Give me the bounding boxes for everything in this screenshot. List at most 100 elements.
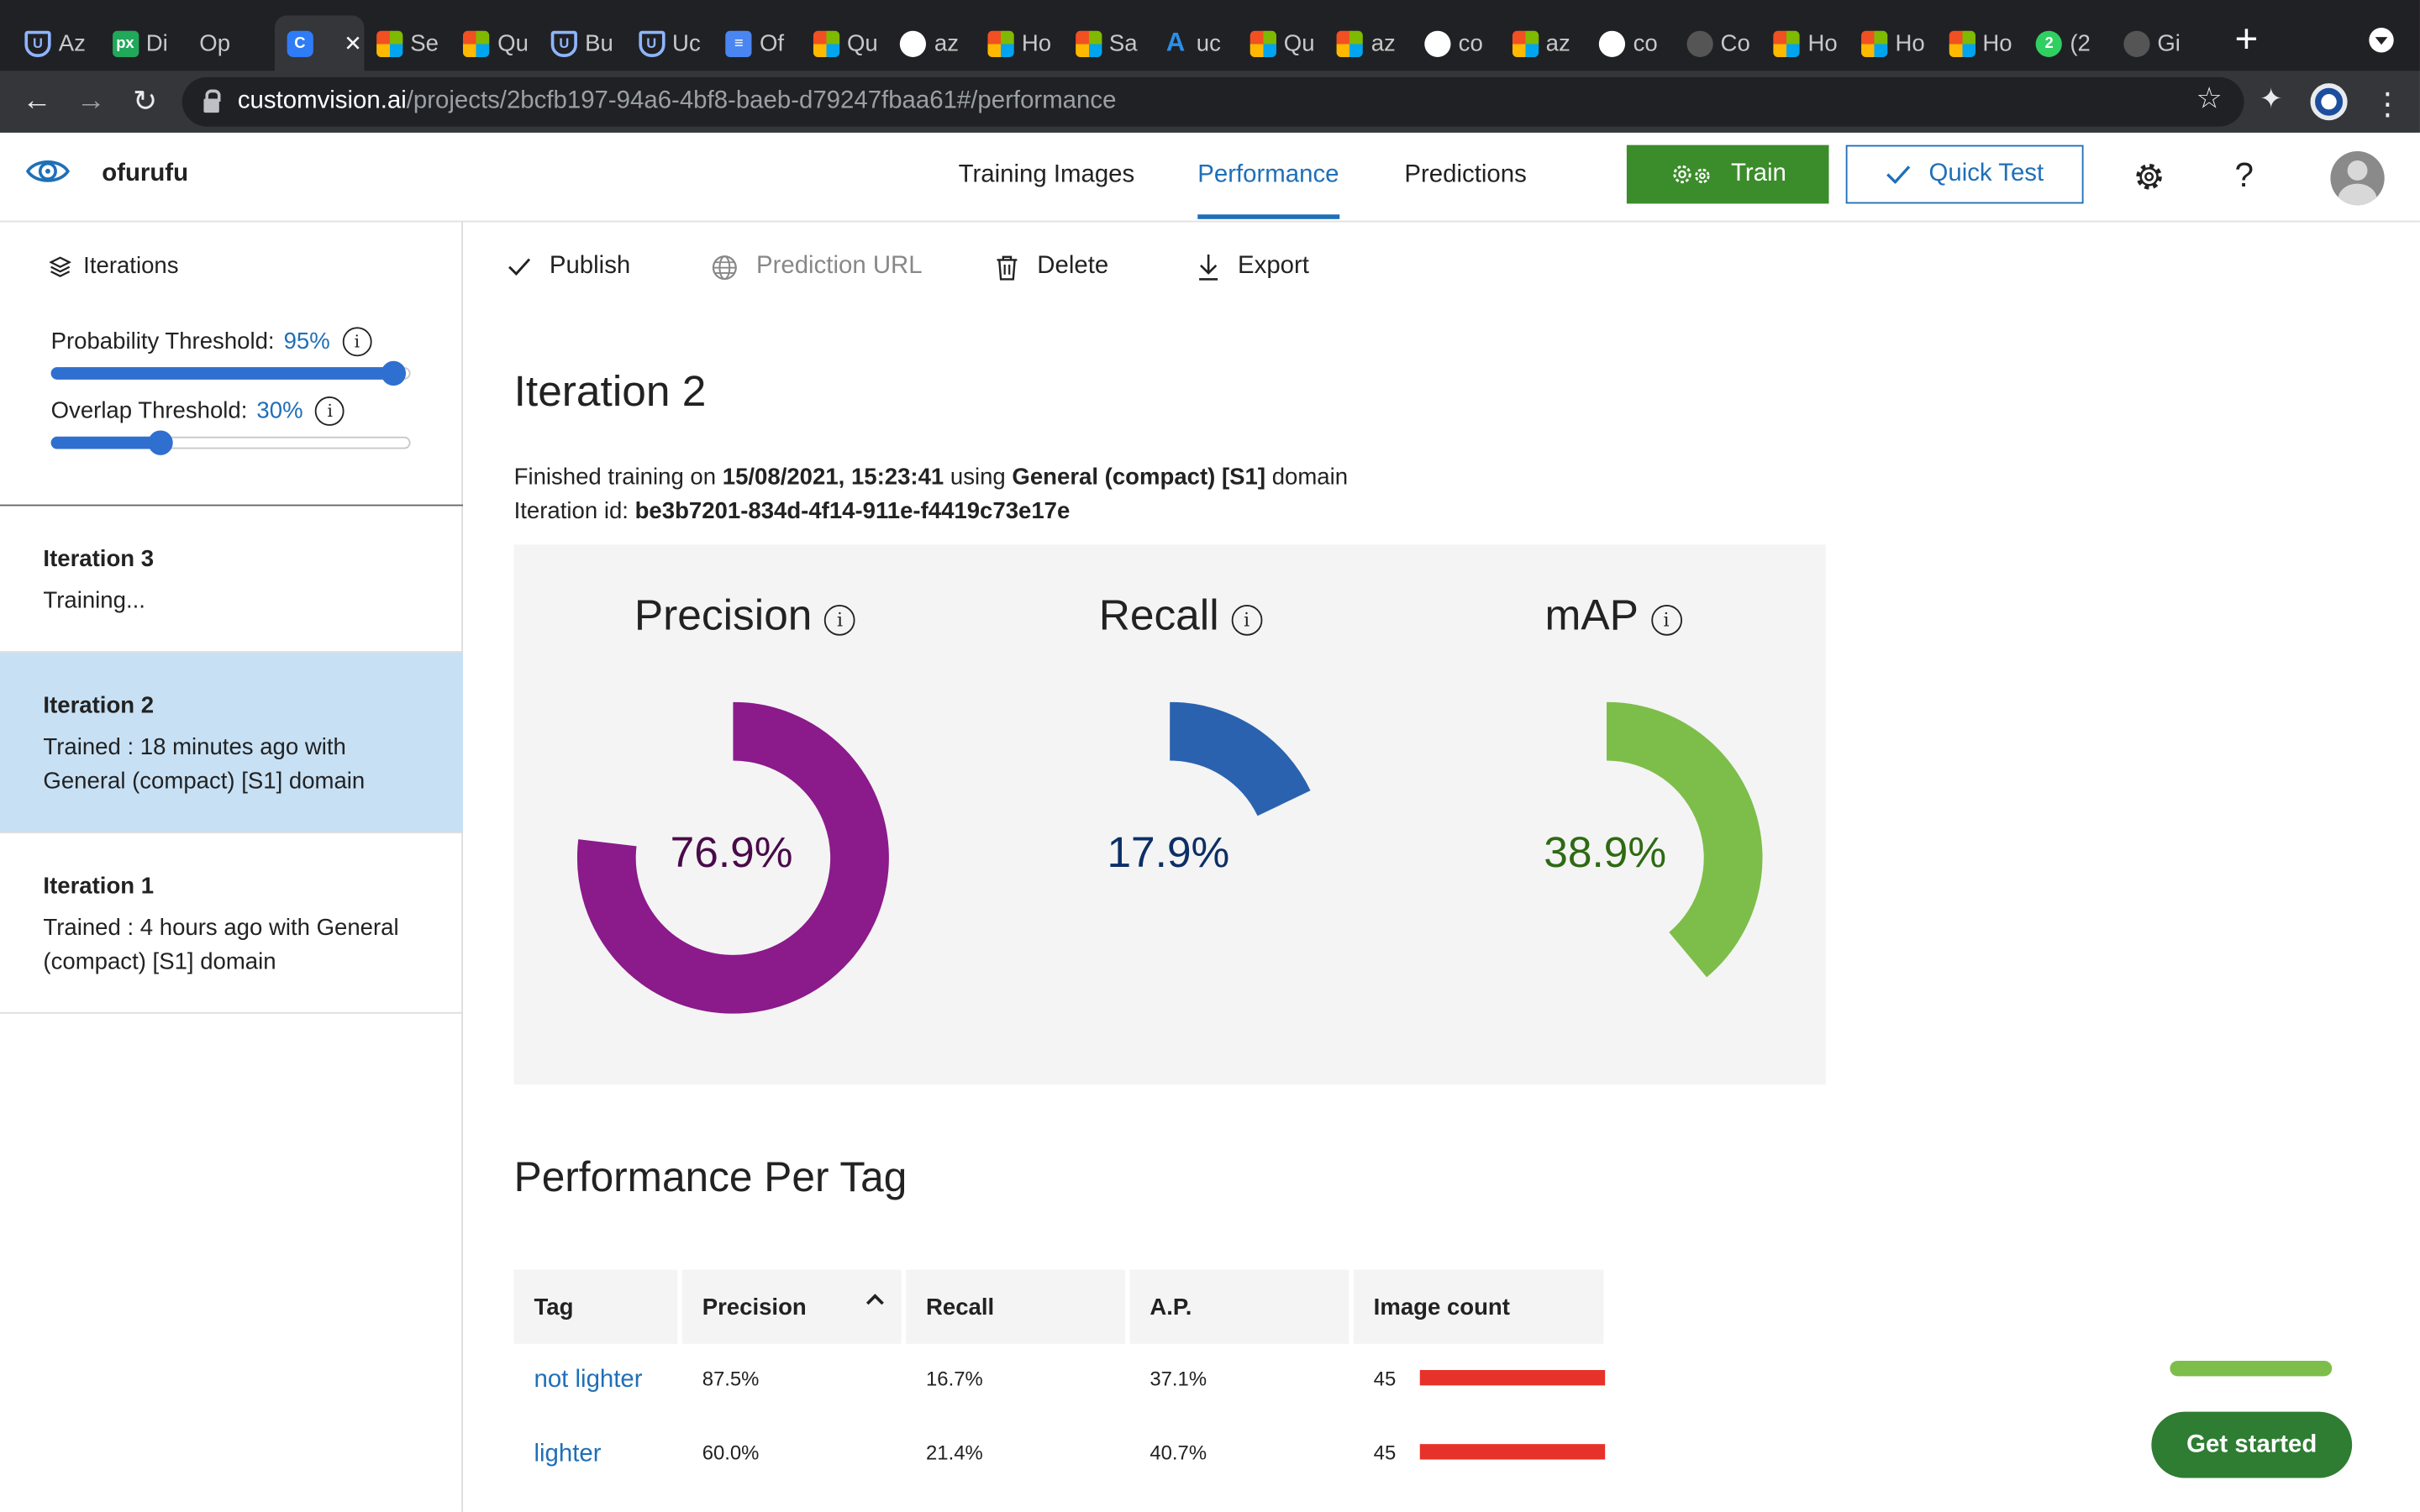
browser-tab[interactable]: Ho	[1761, 15, 1849, 71]
tab-performance[interactable]: Performance	[1197, 162, 1339, 219]
browser-tab[interactable]: Auc	[1150, 15, 1238, 71]
address-bar[interactable]: customvision.ai/projects/2bcfb197-94a6-4…	[182, 76, 2244, 127]
extensions-puzzle-icon[interactable]: ✦	[2260, 83, 2283, 116]
iteration-status: Trained : 18 minutes ago with General (c…	[43, 734, 366, 795]
browser-tab-label: Ho	[1807, 29, 1838, 57]
browser-tab[interactable]: px Di	[100, 15, 187, 71]
settings-gear-icon[interactable]	[2133, 160, 2165, 193]
azure-favicon-icon: A	[1165, 28, 1186, 57]
reload-icon[interactable]: ↻	[124, 81, 166, 123]
overlap-slider-handle[interactable]	[148, 430, 173, 455]
iteration-item[interactable]: Iteration 3 Training...	[0, 506, 464, 653]
column-header-recall[interactable]: Recall	[906, 1269, 1125, 1344]
microsoft-favicon-icon	[1337, 29, 1364, 57]
browser-tab-active[interactable]: C ✕	[274, 15, 365, 71]
column-header-image-count[interactable]: Image count	[1353, 1269, 1604, 1344]
user-avatar[interactable]	[2330, 150, 2385, 206]
train-button[interactable]: Train	[1626, 144, 1829, 204]
delete-button[interactable]: Delete	[996, 253, 1108, 281]
info-icon[interactable]: i	[315, 396, 345, 426]
browser-tab-label: Qu	[497, 29, 529, 57]
browser-tab[interactable]: az	[888, 15, 976, 71]
microsoft-favicon-icon	[1075, 29, 1102, 57]
tag-link[interactable]: not lighter	[534, 1367, 642, 1394]
browser-tab[interactable]: ≡ Of	[713, 15, 801, 71]
browser-tab[interactable]: Co	[1674, 15, 1761, 71]
browser-tab[interactable]: 2 (2	[2023, 15, 2111, 71]
custom-vision-eye-icon[interactable]	[24, 155, 71, 188]
browser-tab[interactable]: Op	[187, 15, 275, 71]
info-icon[interactable]: i	[342, 327, 372, 357]
browser-tab[interactable]: co	[1413, 15, 1500, 71]
overlap-threshold-slider[interactable]	[50, 430, 411, 455]
sort-ascending-icon[interactable]	[865, 1293, 884, 1305]
iterations-header: Iterations	[49, 253, 179, 279]
browser-tab[interactable]: Ho	[1936, 15, 2023, 71]
browser-tab-label: Az	[58, 29, 86, 57]
browser-tab[interactable]: Qu	[451, 15, 539, 71]
microsoft-favicon-icon	[376, 29, 403, 57]
iteration-item-selected[interactable]: Iteration 2 Trained : 18 minutes ago wit…	[0, 652, 464, 833]
browser-menu-icon[interactable]: ⋮	[2372, 85, 2403, 123]
checkmark-icon	[1886, 165, 1910, 184]
new-tab-button[interactable]: +	[2235, 18, 2259, 59]
browser-tab-label: co	[1458, 29, 1483, 57]
browser-tab[interactable]: Se	[364, 15, 451, 71]
overlap-slider-fill	[50, 436, 159, 449]
udacity-favicon-icon: U	[638, 29, 665, 57]
tab-search-button[interactable]	[2369, 28, 2394, 53]
browser-tab[interactable]: az	[1325, 15, 1413, 71]
column-header-ap[interactable]: A.P.	[1129, 1269, 1349, 1344]
info-icon[interactable]: i	[824, 604, 855, 636]
overlap-threshold-label: Overlap Threshold: 30% i	[51, 396, 345, 426]
browser-tab[interactable]: Ho	[976, 15, 1063, 71]
github-favicon-icon	[900, 29, 927, 57]
close-tab-icon[interactable]: ✕	[344, 30, 362, 56]
metrics-panel: Precision i 76.9% Recall i 17.9% mAP i 3…	[513, 544, 1826, 1085]
tab-predictions[interactable]: Predictions	[1404, 162, 1526, 190]
export-button[interactable]: Export	[1197, 253, 1309, 281]
quick-test-button[interactable]: Quick Test	[1845, 144, 2084, 204]
map-metric: mAP i 38.9%	[1387, 544, 1824, 1084]
browser-tab[interactable]: U Uc	[626, 15, 713, 71]
probability-threshold-slider[interactable]	[50, 360, 411, 386]
browser-tab[interactable]: U Bu	[539, 15, 626, 71]
get-started-button[interactable]: Get started	[2151, 1411, 2353, 1478]
domain-suffix: domain	[1271, 464, 1349, 491]
probability-slider-handle[interactable]	[381, 360, 407, 386]
publish-label: Publish	[549, 253, 631, 280]
overlap-threshold-text: Overlap Threshold:	[50, 397, 248, 425]
browser-tab[interactable]: Sa	[1063, 15, 1150, 71]
browser-tab[interactable]: co	[1586, 15, 1674, 71]
probability-threshold-label: Probability Threshold: 95% i	[51, 327, 372, 357]
tag-precision: 60.0%	[702, 1441, 760, 1465]
browser-tab[interactable]: Qu	[1238, 15, 1325, 71]
tag-ap: 40.7%	[1150, 1441, 1207, 1465]
browser-tab[interactable]: Gi	[2111, 15, 2198, 71]
project-name[interactable]: ofurufu	[102, 160, 188, 188]
column-header-precision[interactable]: Precision	[681, 1269, 902, 1344]
help-icon[interactable]: ?	[2235, 156, 2254, 197]
browser-tab[interactable]: Qu	[801, 15, 888, 71]
browser-tab[interactable]: az	[1500, 15, 1587, 71]
app-header: ofurufu Training Images Performance Pred…	[0, 132, 2420, 223]
tag-link[interactable]: lighter	[534, 1441, 601, 1468]
info-icon[interactable]: i	[1650, 604, 1682, 636]
info-icon[interactable]: i	[1231, 604, 1263, 636]
globe-icon	[712, 255, 737, 280]
back-arrow-icon[interactable]: ←	[15, 81, 58, 123]
browser-tab[interactable]: Ho	[1849, 15, 1936, 71]
browser-tab-label: Uc	[672, 29, 701, 57]
microsoft-favicon-icon	[463, 29, 490, 57]
browser-profile-icon[interactable]	[2310, 83, 2348, 121]
publish-button[interactable]: Publish	[508, 253, 630, 281]
iteration-item[interactable]: Iteration 1 Trained : 4 hours ago with G…	[0, 833, 464, 1014]
tab-training-images[interactable]: Training Images	[959, 162, 1135, 190]
browser-tab[interactable]: U Az	[13, 15, 100, 71]
browser-tab-label: Of	[760, 29, 785, 57]
forward-arrow-icon[interactable]: →	[70, 81, 113, 123]
bookmark-star-icon[interactable]: ☆	[2196, 81, 2223, 117]
generic-favicon-icon	[1686, 29, 1713, 57]
prediction-url-button[interactable]: Prediction URL	[712, 253, 923, 281]
column-header-tag[interactable]: Tag	[513, 1269, 678, 1344]
